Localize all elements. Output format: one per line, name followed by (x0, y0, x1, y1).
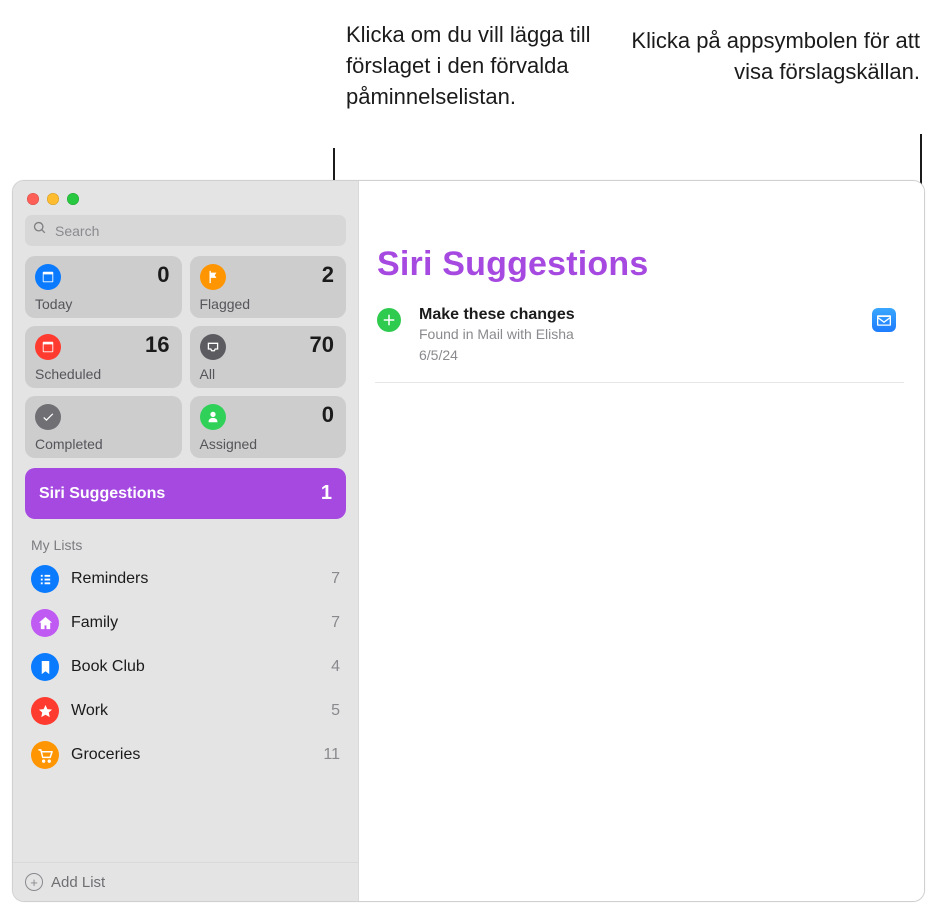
callout-add-suggestion: Klicka om du vill lägga till förslaget i… (346, 20, 656, 112)
bookmark-icon (31, 653, 59, 681)
add-list-button[interactable]: + Add List (13, 862, 358, 901)
my-lists: Reminders 7 Family 7 Book Club 4 Work 5 Grocerie… (13, 557, 358, 862)
smart-list-completed[interactable]: Completed (25, 396, 182, 458)
list-name: Work (71, 702, 319, 720)
my-lists-header: My Lists (13, 519, 358, 557)
sidebar: 0 Today 2 Flagged 16 Scheduled (13, 181, 359, 901)
source-app-button[interactable] (872, 308, 896, 332)
smart-list-count: 16 (145, 332, 169, 358)
suggestion-text: Make these changes Found in Mail with El… (419, 306, 858, 366)
smart-list-label: Assigned (200, 436, 258, 452)
list-count: 11 (323, 746, 340, 764)
reminders-window: 0 Today 2 Flagged 16 Scheduled (12, 180, 925, 902)
list-item[interactable]: Book Club 4 (21, 645, 350, 689)
suggestion-date: 6/5/24 (419, 345, 858, 366)
star-icon (31, 697, 59, 725)
list-name: Family (71, 614, 319, 632)
smart-list-count: 0 (322, 402, 334, 428)
plus-icon: + (25, 873, 43, 891)
flag-icon (200, 264, 226, 290)
minimize-window-button[interactable] (47, 193, 59, 205)
calendar-icon (35, 334, 61, 360)
smart-list-assigned[interactable]: 0 Assigned (190, 396, 347, 458)
tray-icon (200, 334, 226, 360)
window-controls (13, 181, 358, 215)
list-item[interactable]: Groceries 11 (21, 733, 350, 777)
list-item[interactable]: Family 7 (21, 601, 350, 645)
search-field[interactable] (25, 215, 346, 246)
siri-suggestions-row[interactable]: Siri Suggestions 1 (25, 468, 346, 519)
list-count: 4 (331, 658, 340, 676)
person-icon (200, 404, 226, 430)
search-icon (33, 221, 47, 240)
add-suggestion-button[interactable] (377, 308, 401, 332)
siri-suggestions-label: Siri Suggestions (39, 485, 165, 503)
smart-list-flagged[interactable]: 2 Flagged (190, 256, 347, 318)
smart-list-label: All (200, 366, 216, 382)
house-icon (31, 609, 59, 637)
list-name: Book Club (71, 658, 319, 676)
smart-list-label: Scheduled (35, 366, 101, 382)
list-count: 7 (331, 570, 340, 588)
smart-list-today[interactable]: 0 Today (25, 256, 182, 318)
list-icon (31, 565, 59, 593)
plus-icon (383, 314, 395, 326)
smart-list-count: 2 (322, 262, 334, 288)
callout-app-icon: Klicka på appsymbolen för att visa försl… (620, 26, 920, 88)
close-window-button[interactable] (27, 193, 39, 205)
list-item[interactable]: Work 5 (21, 689, 350, 733)
search-input[interactable] (53, 222, 338, 240)
smart-list-all[interactable]: 70 All (190, 326, 347, 388)
smart-list-label: Today (35, 296, 72, 312)
siri-suggestions-count: 1 (321, 482, 332, 505)
suggestion-row[interactable]: Make these changes Found in Mail with El… (375, 306, 904, 383)
list-count: 7 (331, 614, 340, 632)
fullscreen-window-button[interactable] (67, 193, 79, 205)
smart-list-scheduled[interactable]: 16 Scheduled (25, 326, 182, 388)
list-count: 5 (331, 702, 340, 720)
cart-icon (31, 741, 59, 769)
suggestion-source: Found in Mail with Elisha (419, 324, 858, 345)
list-name: Groceries (71, 746, 311, 764)
main-content: Siri Suggestions Make these changes Foun… (359, 181, 924, 901)
page-title: Siri Suggestions (377, 245, 904, 284)
mail-icon (877, 315, 891, 326)
smart-list-count: 70 (310, 332, 334, 358)
check-icon (35, 404, 61, 430)
smart-list-count: 0 (157, 262, 169, 288)
suggestion-title: Make these changes (419, 306, 858, 324)
smart-list-label: Completed (35, 436, 103, 452)
list-name: Reminders (71, 570, 319, 588)
list-item[interactable]: Reminders 7 (21, 557, 350, 601)
add-list-label: Add List (51, 874, 105, 891)
calendar-icon (35, 264, 61, 290)
smart-list-label: Flagged (200, 296, 251, 312)
